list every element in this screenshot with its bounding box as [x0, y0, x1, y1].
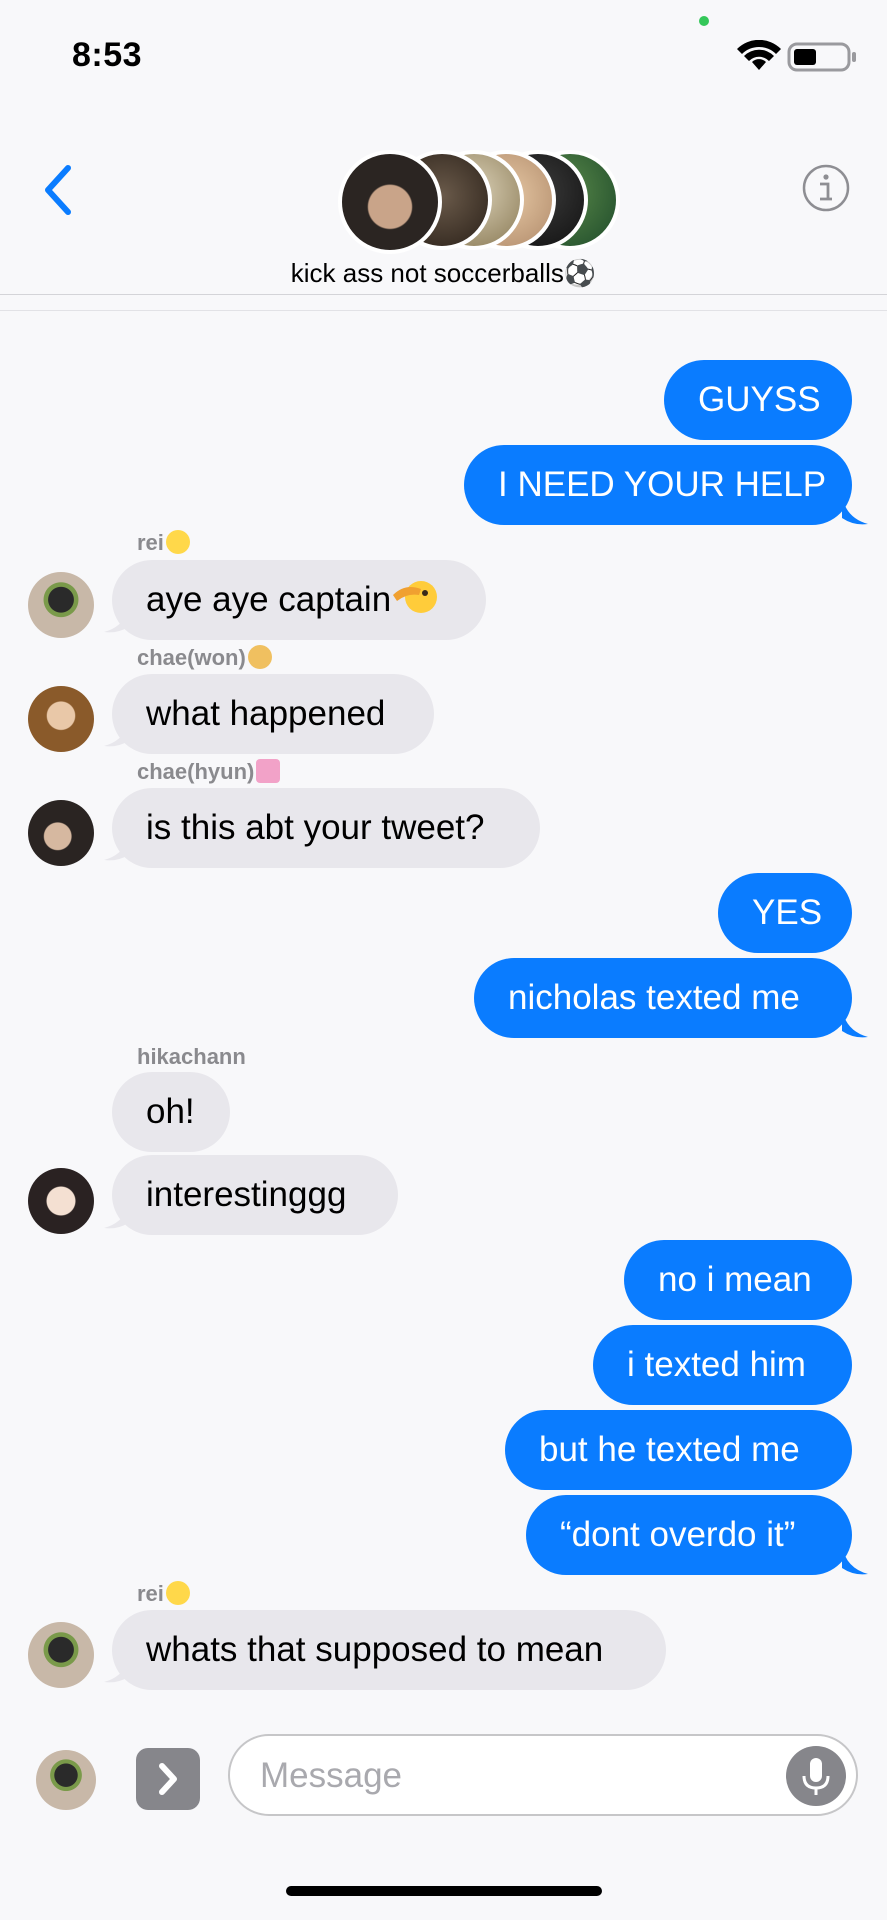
blowfish-emoji-icon [247, 645, 272, 669]
saluting-face-emoji-icon [393, 581, 438, 613]
message-text: aye aye captain [146, 580, 392, 619]
microphone-icon [802, 1758, 830, 1795]
message-text: GUYSS [698, 380, 821, 419]
incoming-message[interactable]: what happened [112, 674, 434, 754]
status-bar: 8:53 [0, 0, 887, 110]
group-member-avatar [338, 150, 442, 254]
outgoing-message[interactable]: nicholas texted me [474, 958, 852, 1038]
outgoing-message[interactable]: no i mean [624, 1240, 852, 1320]
message-text: but he texted me [539, 1430, 800, 1469]
header-divider [0, 310, 887, 311]
message-text: i texted him [627, 1345, 806, 1384]
outgoing-message[interactable]: but he texted me [505, 1410, 852, 1490]
message-input[interactable] [260, 1752, 760, 1800]
message-text: what happened [146, 694, 386, 733]
outgoing-message[interactable]: YES [718, 873, 852, 953]
header-divider [0, 294, 887, 295]
home-indicator[interactable] [286, 1886, 602, 1896]
avatar[interactable] [28, 1168, 94, 1234]
message-field[interactable] [228, 1734, 858, 1816]
avatar[interactable] [28, 1622, 94, 1688]
message-text: no i mean [658, 1260, 812, 1299]
chevron-right-icon [159, 1763, 177, 1795]
sender-name: rei [137, 1581, 190, 1607]
bubble-tail [842, 1546, 868, 1575]
group-avatar-stack[interactable] [338, 150, 620, 254]
sender-name: chae(won) [137, 645, 272, 671]
message-text: is this abt your tweet? [146, 808, 485, 847]
bubble-tail [842, 496, 868, 525]
group-name[interactable]: kick ass not soccerballs⚽ [0, 258, 887, 289]
incoming-message[interactable]: interestinggg [112, 1155, 398, 1235]
sender-name: hikachann [137, 1044, 246, 1069]
info-icon[interactable] [801, 163, 851, 213]
outgoing-message[interactable]: I NEED YOUR HELP [464, 445, 852, 525]
battery-icon [787, 42, 856, 72]
message-text: whats that supposed to mean [146, 1630, 604, 1669]
status-time: 8:53 [72, 36, 143, 74]
bubble-tail [842, 1009, 868, 1038]
message-text: nicholas texted me [508, 978, 800, 1017]
back-chevron-icon[interactable] [40, 162, 76, 218]
couple-kiss-emoji-icon [256, 759, 281, 783]
incoming-message[interactable]: oh! [112, 1072, 230, 1152]
incoming-message[interactable]: is this abt your tweet? [112, 788, 540, 868]
message-text: YES [752, 893, 823, 932]
sender-name: rei [137, 530, 190, 556]
avatar[interactable] [36, 1750, 96, 1810]
message-text: oh! [146, 1092, 195, 1131]
sender-name: chae(hyun) [137, 759, 281, 785]
outgoing-message[interactable]: “dont overdo it” [526, 1495, 852, 1575]
wifi-icon [737, 40, 781, 70]
message-text: “dont overdo it” [560, 1515, 796, 1554]
avatar[interactable] [28, 572, 94, 638]
incoming-message[interactable]: whats that supposed to mean [112, 1610, 666, 1690]
privacy-indicator-dot [699, 16, 709, 26]
face-emoji-icon [165, 1581, 190, 1605]
outgoing-message[interactable]: i texted him [593, 1325, 852, 1405]
face-emoji-icon [165, 530, 190, 554]
message-text: I NEED YOUR HELP [498, 465, 827, 504]
incoming-message[interactable]: aye aye captain [112, 560, 486, 640]
avatar[interactable] [28, 800, 94, 866]
conversation-header: kick ass not soccerballs⚽ [0, 110, 887, 296]
dictation-button[interactable] [786, 1746, 846, 1806]
avatar[interactable] [28, 686, 94, 752]
app-drawer-button[interactable] [136, 1748, 200, 1810]
message-text: interestinggg [146, 1175, 347, 1214]
outgoing-message[interactable]: GUYSS [664, 360, 852, 440]
